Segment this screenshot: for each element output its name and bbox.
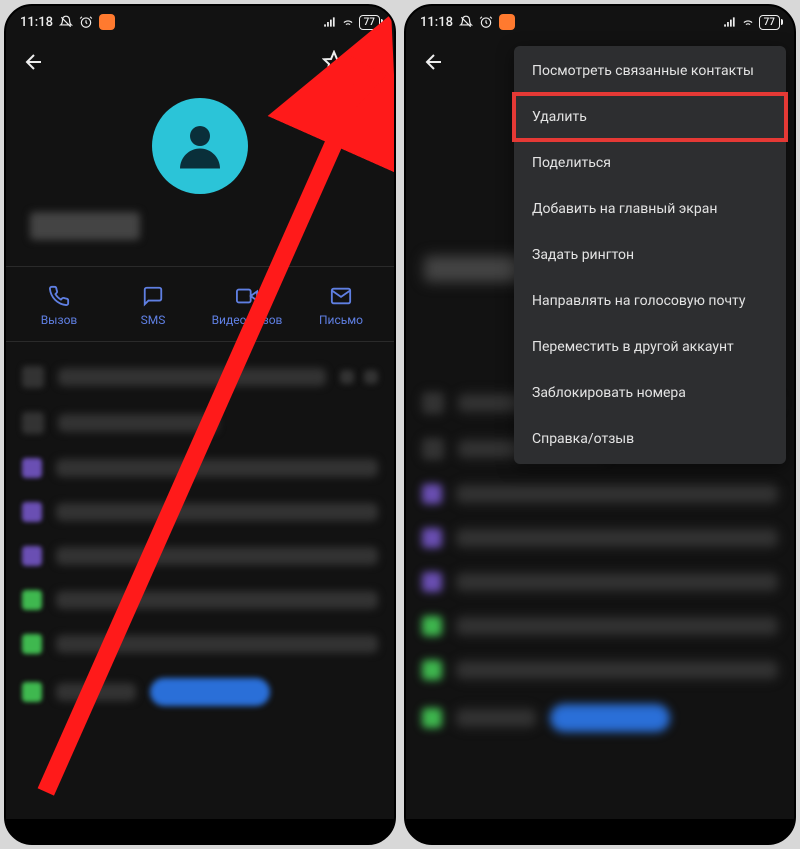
nav-bar-placeholder [406, 819, 794, 843]
action-video-label: Видеовызов [212, 313, 283, 327]
menu-add-to-home[interactable]: Добавить на главный экран [514, 186, 786, 232]
video-icon [236, 285, 258, 307]
list-item[interactable] [22, 446, 378, 490]
alarm-icon [479, 15, 493, 29]
signal-icon [323, 15, 337, 29]
battery-indicator: 77 [359, 15, 380, 30]
app-notification-icon [99, 14, 115, 30]
tutorial-split-view: 11:18 77 [4, 4, 796, 845]
list-item[interactable] [22, 622, 378, 666]
wifi-icon [741, 15, 755, 29]
phone-right: 11:18 77 [404, 4, 796, 845]
list-item[interactable] [22, 578, 378, 622]
contact-avatar [152, 98, 248, 194]
status-bar: 11:18 77 [406, 6, 794, 38]
action-email-label: Письмо [319, 313, 363, 327]
dnd-off-icon [59, 15, 73, 29]
menu-block-numbers[interactable]: Заблокировать номера [514, 370, 786, 416]
menu-set-ringtone[interactable]: Задать рингтон [514, 232, 786, 278]
action-sms-label: SMS [141, 313, 166, 327]
list-item[interactable] [22, 666, 378, 718]
menu-delete[interactable]: Удалить [514, 94, 786, 140]
list-item[interactable] [22, 490, 378, 534]
email-icon [330, 285, 352, 307]
nav-bar-placeholder [6, 819, 394, 843]
more-options-button[interactable] [354, 50, 378, 74]
overflow-menu: Посмотреть связанные контакты Удалить По… [514, 46, 786, 464]
contact-name-redacted [6, 212, 394, 240]
action-call-label: Вызов [41, 313, 78, 327]
app-bar [6, 38, 394, 86]
menu-help-feedback[interactable]: Справка/отзыв [514, 416, 786, 462]
menu-share[interactable]: Поделиться [514, 140, 786, 186]
menu-view-linked-contacts[interactable]: Посмотреть связанные контакты [514, 48, 786, 94]
sms-icon [142, 285, 164, 307]
back-button[interactable] [422, 50, 446, 74]
phone-left: 11:18 77 [4, 4, 396, 845]
list-item[interactable] [22, 400, 378, 446]
status-bar: 11:18 77 [6, 6, 394, 38]
action-sms[interactable]: SMS [106, 285, 200, 327]
list-item[interactable] [22, 534, 378, 578]
app-notification-icon [499, 14, 515, 30]
status-time: 11:18 [420, 15, 453, 30]
signal-icon [723, 15, 737, 29]
list-item[interactable] [22, 354, 378, 400]
alarm-icon [79, 15, 93, 29]
action-video[interactable]: Видеовызов [200, 285, 294, 327]
menu-move-account[interactable]: Переместить в другой аккаунт [514, 324, 786, 370]
phone-icon [48, 285, 70, 307]
contact-header [6, 86, 394, 248]
status-time: 11:18 [20, 15, 53, 30]
action-call[interactable]: Вызов [12, 285, 106, 327]
wifi-icon [341, 15, 355, 29]
action-email[interactable]: Письмо [294, 285, 388, 327]
dnd-off-icon [459, 15, 473, 29]
quick-actions-row: Вызов SMS Видеовызов Письмо [6, 266, 394, 341]
back-button[interactable] [22, 50, 46, 74]
favorite-button[interactable] [322, 50, 346, 74]
battery-indicator: 77 [759, 15, 780, 30]
contact-details-list [6, 342, 394, 730]
menu-route-voicemail[interactable]: Направлять на голосовую почту [514, 278, 786, 324]
